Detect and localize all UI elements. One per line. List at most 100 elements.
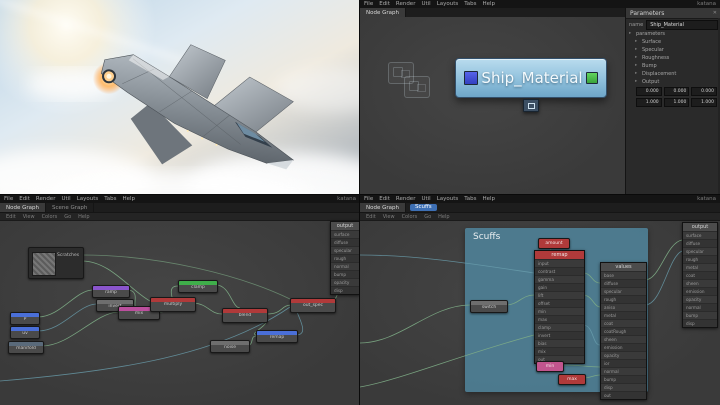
- menu-help[interactable]: Help: [482, 1, 495, 7]
- param-row[interactable]: coat: [601, 319, 646, 327]
- node[interactable]: out_spec: [290, 298, 336, 313]
- tree-row[interactable]: Surface: [626, 38, 720, 46]
- tree-row[interactable]: Bump: [626, 62, 720, 70]
- port-row[interactable]: normal: [331, 262, 359, 270]
- switch-node[interactable]: switch: [470, 300, 508, 313]
- port-row[interactable]: bump: [331, 270, 359, 278]
- param-row[interactable]: mix: [535, 347, 584, 355]
- menu-edit[interactable]: Edit: [379, 196, 390, 202]
- port-row[interactable]: normal: [683, 303, 717, 311]
- graph-menu-colors[interactable]: Colors: [42, 214, 58, 220]
- param-row[interactable]: metal: [601, 311, 646, 319]
- port-row[interactable]: surface: [331, 230, 359, 238]
- graph-menu-edit[interactable]: Edit: [366, 214, 376, 220]
- param-row[interactable]: bias: [535, 339, 584, 347]
- port-row[interactable]: opacity: [331, 278, 359, 286]
- param-row[interactable]: clamp: [535, 323, 584, 331]
- param-row[interactable]: ior: [601, 359, 646, 367]
- group-breadcrumb[interactable]: Scuffs: [410, 204, 437, 211]
- port-row[interactable]: diffuse: [331, 238, 359, 246]
- param-row[interactable]: lift: [535, 291, 584, 299]
- param-row[interactable]: max: [535, 315, 584, 323]
- menu-layouts[interactable]: Layouts: [77, 196, 99, 202]
- graph-menu-help[interactable]: Help: [78, 214, 89, 220]
- texture-node[interactable]: Scratches: [28, 247, 84, 279]
- param-row[interactable]: bump: [601, 375, 646, 383]
- menu-tabs[interactable]: Tabs: [464, 196, 476, 202]
- param-row[interactable]: gamma: [535, 275, 584, 283]
- menu-tabs[interactable]: Tabs: [104, 196, 116, 202]
- value-field[interactable]: 1.000: [691, 98, 717, 107]
- tree-row[interactable]: parameters: [626, 30, 720, 38]
- port-row[interactable]: sheen: [683, 279, 717, 287]
- port-row[interactable]: rough: [683, 255, 717, 263]
- node[interactable]: manifold: [8, 341, 44, 354]
- menu-layouts[interactable]: Layouts: [437, 1, 459, 7]
- value-field[interactable]: 0.000: [664, 87, 690, 96]
- graph-menu-help[interactable]: Help: [438, 214, 449, 220]
- menu-edit[interactable]: Edit: [379, 1, 390, 7]
- graph-menu-edit[interactable]: Edit: [6, 214, 16, 220]
- node[interactable]: clamp: [178, 280, 218, 293]
- max-node[interactable]: max: [558, 374, 586, 385]
- output-node[interactable]: output surface diffuse specular rough no…: [330, 221, 360, 295]
- port-row[interactable]: surface: [683, 231, 717, 239]
- param-row[interactable]: normal: [601, 367, 646, 375]
- port-row[interactable]: specular: [683, 247, 717, 255]
- tree-row[interactable]: Specular: [626, 46, 720, 54]
- tree-row[interactable]: Output: [626, 78, 720, 86]
- node[interactable]: P: [10, 312, 40, 325]
- graph-menu-go[interactable]: Go: [424, 214, 431, 220]
- output-node[interactable]: output surface diffuse specular rough me…: [682, 222, 718, 328]
- menu-help[interactable]: Help: [482, 196, 495, 202]
- value-field[interactable]: 1.000: [664, 98, 690, 107]
- port-row[interactable]: rough: [331, 254, 359, 262]
- value-field[interactable]: 0.000: [691, 87, 717, 96]
- port-row[interactable]: opacity: [683, 295, 717, 303]
- port-row[interactable]: specular: [331, 246, 359, 254]
- values-node[interactable]: values base diffuse specular rough aniso…: [600, 262, 647, 400]
- node[interactable]: remap: [256, 330, 298, 343]
- tab-scene-graph[interactable]: Scene Graph: [46, 203, 94, 212]
- menu-util[interactable]: Util: [421, 1, 430, 7]
- menu-render[interactable]: Render: [36, 196, 56, 202]
- tree-row[interactable]: Displacement: [626, 70, 720, 78]
- param-row[interactable]: contrast: [535, 267, 584, 275]
- graph-menu-view[interactable]: View: [23, 214, 35, 220]
- menu-layouts[interactable]: Layouts: [437, 196, 459, 202]
- param-row[interactable]: coatRough: [601, 327, 646, 335]
- min-node[interactable]: min: [536, 361, 564, 372]
- param-row[interactable]: disp: [601, 383, 646, 391]
- tab-node-graph[interactable]: Node Graph: [360, 8, 406, 17]
- port-row[interactable]: diffuse: [683, 239, 717, 247]
- param-row[interactable]: diffuse: [601, 279, 646, 287]
- menu-file[interactable]: File: [4, 196, 13, 202]
- param-row[interactable]: sheen: [601, 335, 646, 343]
- graph-menu-colors[interactable]: Colors: [402, 214, 418, 220]
- node[interactable]: uv: [10, 326, 40, 339]
- port-row[interactable]: coat: [683, 271, 717, 279]
- node[interactable]: noise: [210, 340, 250, 353]
- param-row[interactable]: invert: [535, 331, 584, 339]
- node-graph-canvas[interactable]: [360, 17, 625, 195]
- graph-menu-view[interactable]: View: [383, 214, 395, 220]
- menu-file[interactable]: File: [364, 1, 373, 7]
- tab-node-graph[interactable]: Node Graph: [360, 203, 406, 212]
- param-row[interactable]: rough: [601, 295, 646, 303]
- port-row[interactable]: disp: [331, 286, 359, 294]
- close-icon[interactable]: ✕: [713, 10, 717, 16]
- param-row[interactable]: min: [535, 307, 584, 315]
- menu-file[interactable]: File: [364, 196, 373, 202]
- menu-util[interactable]: Util: [61, 196, 70, 202]
- param-row[interactable]: opacity: [601, 351, 646, 359]
- menu-tabs[interactable]: Tabs: [464, 1, 476, 7]
- port-row[interactable]: bump: [683, 311, 717, 319]
- amount-node[interactable]: amount: [538, 238, 570, 249]
- value-field[interactable]: 0.000: [636, 87, 662, 96]
- param-row[interactable]: emission: [601, 343, 646, 351]
- port-row[interactable]: metal: [683, 263, 717, 271]
- param-row[interactable]: specular: [601, 287, 646, 295]
- param-row[interactable]: input: [535, 259, 584, 267]
- param-row[interactable]: gain: [535, 283, 584, 291]
- node[interactable]: blend: [222, 308, 268, 323]
